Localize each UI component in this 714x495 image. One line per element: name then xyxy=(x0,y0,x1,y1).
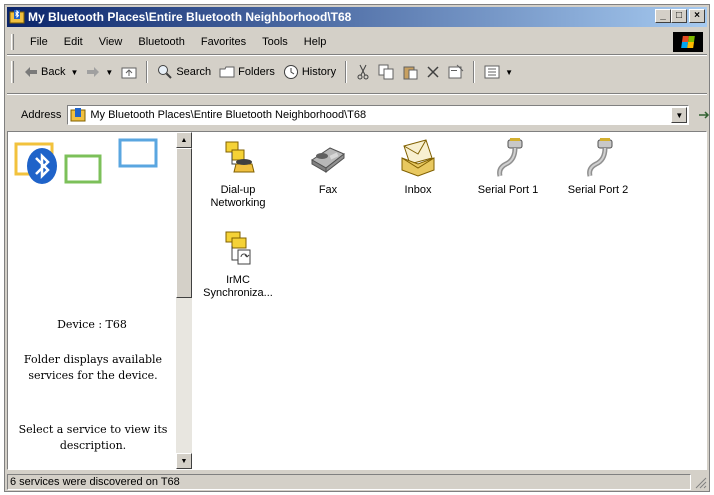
search-button[interactable]: Search xyxy=(153,60,215,84)
paste-icon xyxy=(403,66,418,80)
folders-button[interactable]: Folders xyxy=(215,60,279,84)
service-label: Inbox xyxy=(404,184,432,196)
chevron-down-icon[interactable]: ▼ xyxy=(70,68,78,77)
service-serial-port-1[interactable]: Serial Port 1 xyxy=(468,134,548,197)
up-folder-icon xyxy=(121,67,137,79)
service-label: Serial Port 2 xyxy=(567,184,629,196)
service-dialup-networking[interactable]: Dial-up Networking xyxy=(198,134,278,210)
properties-icon xyxy=(448,64,464,79)
vertical-scrollbar[interactable]: ▲ ▼ xyxy=(176,132,192,469)
scroll-thumb[interactable] xyxy=(176,148,192,298)
toolbar-separator xyxy=(345,61,348,83)
menu-view[interactable]: View xyxy=(91,36,131,48)
status-text: 6 services were discovered on T68 xyxy=(7,474,691,490)
bluetooth-places-icon xyxy=(9,9,25,24)
go-arrow-icon xyxy=(699,111,710,119)
service-label: Fax xyxy=(318,184,338,196)
maximize-button[interactable]: □ xyxy=(671,9,687,23)
window-title: My Bluetooth Places\Entire Bluetooth Nei… xyxy=(28,10,352,24)
address-input[interactable]: My Bluetooth Places\Entire Bluetooth Nei… xyxy=(67,105,690,125)
explorer-window: My Bluetooth Places\Entire Bluetooth Nei… xyxy=(4,4,710,492)
menu-tools[interactable]: Tools xyxy=(254,36,296,48)
device-name: Device : T68 xyxy=(57,318,127,331)
fax-icon xyxy=(311,147,345,174)
serial-port-icon xyxy=(497,138,523,177)
menu-favorites[interactable]: Favorites xyxy=(193,36,254,48)
irmc-sync-icon xyxy=(225,231,251,265)
title-bar[interactable]: My Bluetooth Places\Entire Bluetooth Nei… xyxy=(7,7,707,27)
menu-edit[interactable]: Edit xyxy=(56,36,91,48)
folders-label: Folders xyxy=(238,66,275,78)
status-bar: 6 services were discovered on T68 xyxy=(7,473,707,491)
delete-button[interactable] xyxy=(422,60,444,84)
service-inbox[interactable]: Inbox xyxy=(378,134,458,197)
delete-x-icon xyxy=(427,66,439,78)
toolbar-separator xyxy=(146,61,149,83)
service-label: IrMC Synchroniza... xyxy=(203,274,273,299)
menu-separator xyxy=(7,54,707,56)
bluetooth-banner-icon xyxy=(12,136,172,192)
service-serial-port-2[interactable]: Serial Port 2 xyxy=(558,134,638,197)
service-fax[interactable]: Fax xyxy=(288,134,368,197)
serial-port-icon xyxy=(587,138,613,177)
menu-help[interactable]: Help xyxy=(296,36,335,48)
copy-button[interactable] xyxy=(374,60,398,84)
search-icon xyxy=(158,65,173,79)
properties-button[interactable] xyxy=(444,60,468,84)
forward-arrow-icon xyxy=(87,67,100,77)
views-icon xyxy=(484,65,500,79)
go-button[interactable]: Go xyxy=(697,108,714,122)
scissors-icon xyxy=(357,64,369,80)
minimize-button[interactable]: _ xyxy=(655,9,671,23)
windows-logo-icon xyxy=(673,32,703,52)
chevron-down-icon[interactable]: ▼ xyxy=(105,68,113,77)
pane-description: Folder displays available services for t… xyxy=(23,353,163,382)
menu-file[interactable]: File xyxy=(22,36,56,48)
dialup-networking-icon xyxy=(225,141,255,173)
back-arrow-icon xyxy=(25,67,37,77)
back-label: Back xyxy=(41,66,66,78)
history-button[interactable]: History xyxy=(279,60,340,84)
menu-grip[interactable] xyxy=(11,34,14,50)
scroll-down-button[interactable]: ▼ xyxy=(176,453,192,469)
toolbar: Back ▼ ▼ Search Folders History ▼ xyxy=(7,57,707,87)
menu-bluetooth[interactable]: Bluetooth xyxy=(130,36,192,48)
inbox-icon xyxy=(401,139,435,177)
back-button[interactable]: Back ▼ xyxy=(20,60,82,84)
service-label: Dial-up Networking xyxy=(210,184,266,209)
history-label: History xyxy=(301,66,337,78)
address-bar: Address My Bluetooth Places\Entire Bluet… xyxy=(7,103,710,127)
folders-icon xyxy=(219,66,235,78)
copy-icon xyxy=(378,64,394,80)
address-dropdown-icon[interactable]: ▼ xyxy=(671,107,688,123)
views-button[interactable]: ▼ xyxy=(480,60,517,84)
forward-button[interactable]: ▼ xyxy=(82,60,117,84)
info-pane: Device : T68 Folder displays available s… xyxy=(8,132,176,469)
service-irmc-sync[interactable]: IrMC Synchroniza... xyxy=(198,224,278,300)
window-controls: _ □ × xyxy=(655,9,705,23)
service-label: Serial Port 1 xyxy=(477,184,539,196)
services-view: Dial-up Networking Fax Inbox Serial Port… xyxy=(194,132,706,469)
address-label: Address xyxy=(21,109,62,121)
history-icon xyxy=(283,65,298,79)
toolbar-separator-line xyxy=(7,93,707,95)
close-button[interactable]: × xyxy=(689,9,705,23)
paste-button[interactable] xyxy=(398,60,422,84)
up-folder-button[interactable] xyxy=(117,60,141,84)
cut-button[interactable] xyxy=(352,60,374,84)
scroll-up-button[interactable]: ▲ xyxy=(176,132,192,148)
address-value: My Bluetooth Places\Entire Bluetooth Nei… xyxy=(90,109,367,121)
pane-hint: Select a service to view its description… xyxy=(18,423,168,452)
toolbar-separator xyxy=(473,61,476,83)
content-area: Device : T68 Folder displays available s… xyxy=(7,131,707,470)
resize-grip-icon[interactable] xyxy=(693,475,707,489)
bluetooth-places-icon xyxy=(70,108,86,122)
chevron-down-icon[interactable]: ▼ xyxy=(505,68,513,77)
toolbar-grip[interactable] xyxy=(11,61,14,83)
search-label: Search xyxy=(176,66,212,78)
menu-bar: File Edit View Bluetooth Favorites Tools… xyxy=(7,31,707,53)
